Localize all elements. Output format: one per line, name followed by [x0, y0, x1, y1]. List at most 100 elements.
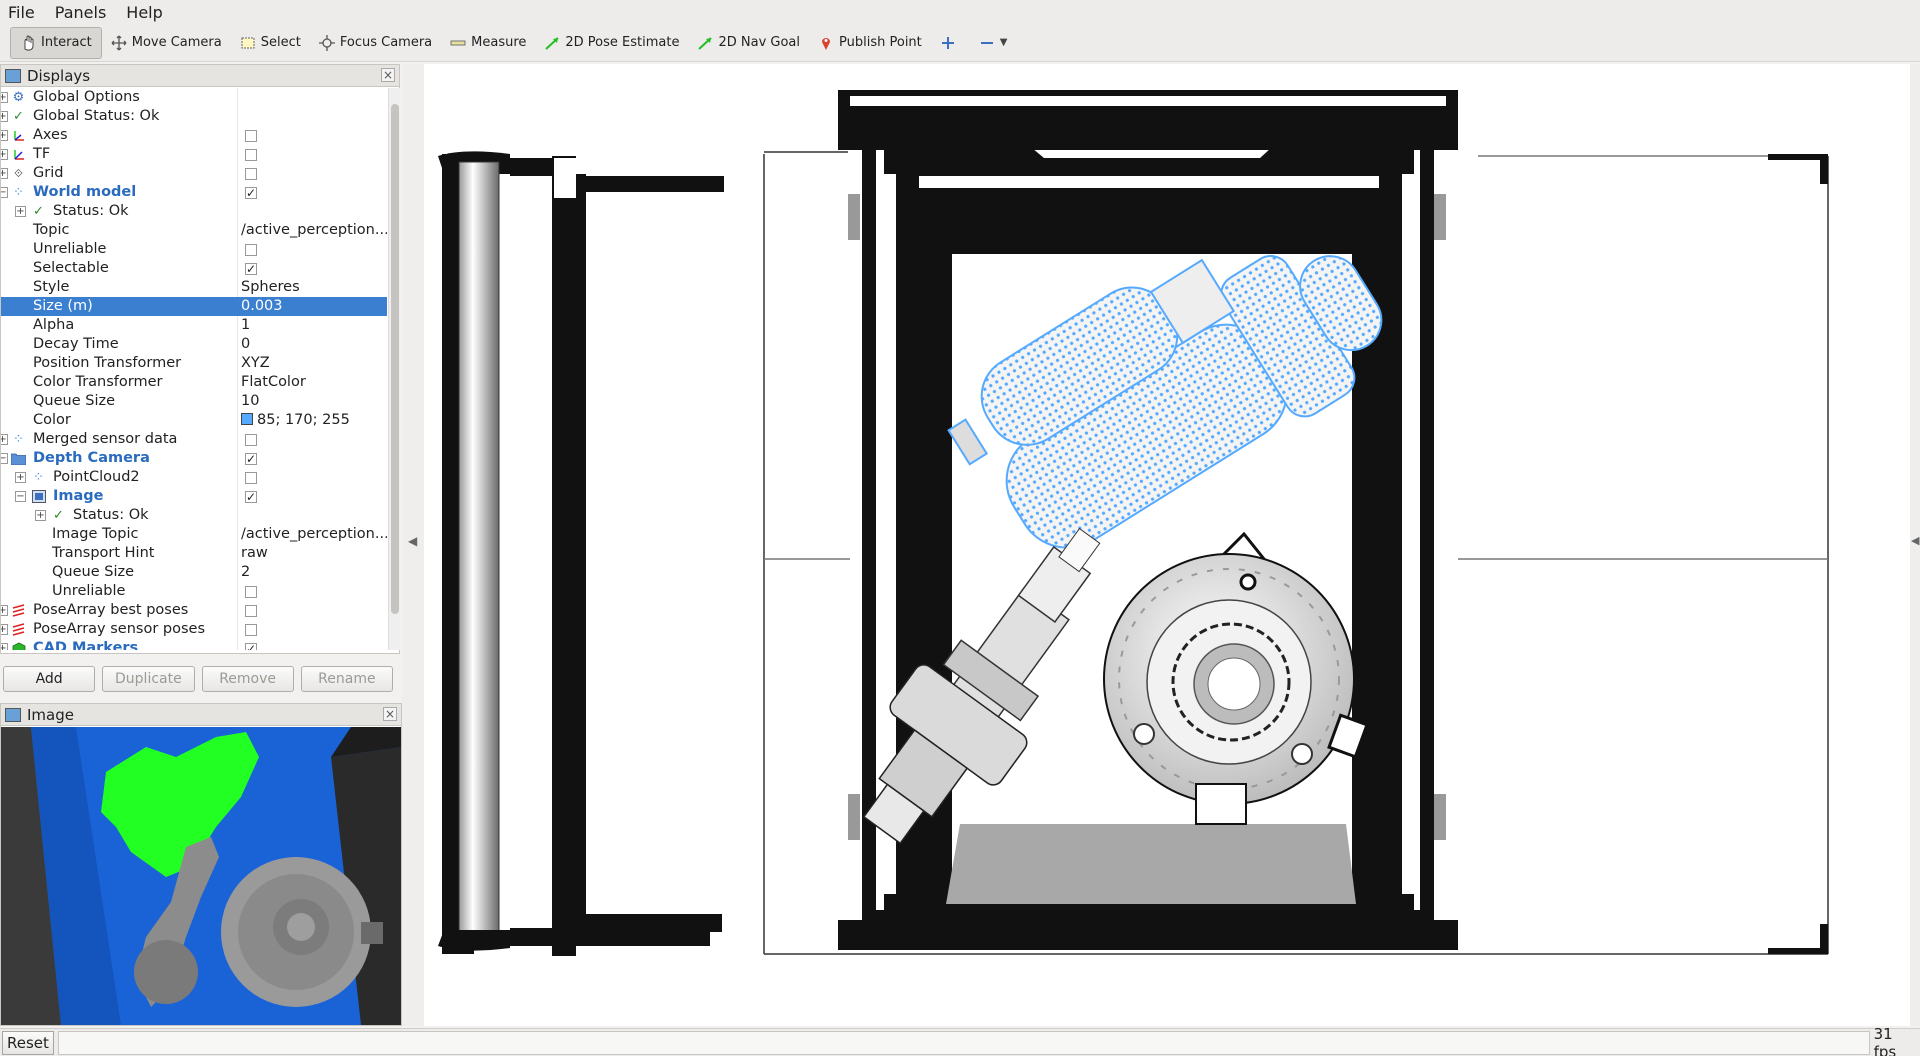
enable-checkbox[interactable]: ✓ [245, 491, 257, 503]
property-transport-hint[interactable]: Transport Hint raw [1, 544, 387, 563]
property-alpha[interactable]: Alpha 1 [1, 316, 387, 335]
enable-checkbox[interactable] [245, 472, 257, 484]
property-value[interactable]: /active_perception... [241, 525, 387, 544]
menu-panels[interactable]: Panels [55, 3, 107, 22]
collapse-icon[interactable]: − [1, 453, 8, 464]
expand-icon[interactable]: + [1, 149, 8, 160]
property-image-topic[interactable]: Image Topic /active_perception... [1, 525, 387, 544]
tool-interact[interactable]: Interact [10, 26, 102, 59]
collapse-right-icon[interactable]: ◀ [1911, 534, 1919, 547]
enable-checkbox[interactable] [245, 130, 257, 142]
collapse-icon[interactable]: − [15, 491, 26, 502]
enable-checkbox[interactable] [245, 624, 257, 636]
collapse-icon[interactable]: − [1, 187, 8, 198]
collapse-left-icon[interactable]: ◀ [408, 534, 417, 548]
tool-select[interactable]: Select [231, 27, 310, 59]
panel-splitter[interactable]: ◀ [402, 64, 424, 1026]
tree-row-global-status[interactable]: + ✓ Global Status: Ok [1, 107, 387, 126]
tree-row-axes[interactable]: + Axes [1, 126, 387, 145]
enable-checkbox[interactable] [245, 168, 257, 180]
property-color[interactable]: Color 85; 170; 255 [1, 411, 387, 430]
property-image-queue-size[interactable]: Queue Size 2 [1, 563, 387, 582]
property-checkbox[interactable] [245, 244, 257, 256]
expand-icon[interactable]: + [1, 130, 8, 141]
remove-button[interactable]: Remove [201, 666, 294, 692]
enable-checkbox[interactable]: ✓ [245, 643, 257, 650]
property-queue-size[interactable]: Queue Size 10 [1, 392, 387, 411]
property-value[interactable]: 85; 170; 255 [241, 411, 350, 430]
tree-row-world-model[interactable]: − ⁘ World model ✓ [1, 183, 387, 202]
enable-checkbox[interactable] [245, 434, 257, 446]
expand-icon[interactable]: + [1, 92, 8, 103]
property-checkbox[interactable]: ✓ [245, 263, 257, 275]
property-unreliable[interactable]: Unreliable [1, 240, 387, 259]
property-decay-time[interactable]: Decay Time 0 [1, 335, 387, 354]
expand-icon[interactable]: + [1, 434, 8, 445]
rename-button[interactable]: Rename [300, 666, 393, 692]
tree-row-status[interactable]: + ✓ Status: Ok [1, 202, 387, 221]
tree-row-image-status[interactable]: + ✓ Status: Ok [1, 506, 387, 525]
tree-row-depth-camera[interactable]: − Depth Camera ✓ [1, 449, 387, 468]
tree-row-grid[interactable]: + ⟐ Grid [1, 164, 387, 183]
expand-icon[interactable]: + [1, 624, 8, 635]
add-tool-button[interactable] [931, 27, 970, 59]
tool-2d-nav-goal[interactable]: 2D Nav Goal [688, 27, 809, 59]
scrollbar-thumb[interactable] [391, 104, 399, 614]
remove-tool-menu[interactable]: ▼ [970, 27, 1017, 59]
expand-icon[interactable]: + [1, 111, 8, 122]
close-icon[interactable]: × [381, 68, 395, 82]
render-3d-view[interactable] [424, 64, 1910, 1026]
property-selectable[interactable]: Selectable ✓ [1, 259, 387, 278]
tree-row-cad-markers[interactable]: + CAD Markers ✓ [1, 639, 387, 650]
enable-checkbox[interactable]: ✓ [245, 187, 257, 199]
tree-row-image[interactable]: − Image ✓ [1, 487, 387, 506]
tool-2d-pose-estimate[interactable]: 2D Pose Estimate [535, 27, 688, 59]
tree-row-merged-sensor-data[interactable]: + ⁘ Merged sensor data [1, 430, 387, 449]
displays-scrollbar[interactable] [388, 88, 400, 650]
menu-file[interactable]: File [8, 3, 35, 22]
property-value[interactable]: raw [241, 544, 268, 563]
expand-icon[interactable]: + [15, 472, 26, 483]
duplicate-button[interactable]: Duplicate [102, 666, 195, 692]
expand-icon[interactable]: + [35, 510, 46, 521]
property-color-transformer[interactable]: Color Transformer FlatColor [1, 373, 387, 392]
enable-checkbox[interactable] [245, 149, 257, 161]
right-dock-edge[interactable]: ◀ [1910, 64, 1920, 1026]
property-style[interactable]: Style Spheres [1, 278, 387, 297]
tree-row-tf[interactable]: + TF [1, 145, 387, 164]
property-checkbox[interactable] [245, 586, 257, 598]
property-value[interactable]: 0 [241, 335, 250, 354]
displays-tree[interactable]: + ⚙ Global Options + ✓ Global Status: Ok… [1, 88, 387, 650]
expand-icon[interactable]: + [1, 643, 8, 650]
expand-icon[interactable]: + [15, 206, 26, 217]
tree-row-posearray-best-poses[interactable]: + PoseArray best poses [1, 601, 387, 620]
property-image-unreliable[interactable]: Unreliable [1, 582, 387, 601]
add-button[interactable]: Add [3, 666, 96, 692]
property-value[interactable]: FlatColor [241, 373, 306, 392]
property-value[interactable]: 10 [241, 392, 259, 411]
reset-button[interactable]: Reset [2, 1030, 54, 1055]
tool-move-camera[interactable]: Move Camera [102, 27, 231, 59]
tree-row-global-options[interactable]: + ⚙ Global Options [1, 88, 387, 107]
menu-help[interactable]: Help [126, 3, 162, 22]
expand-icon[interactable]: + [1, 605, 8, 616]
tool-focus-camera[interactable]: Focus Camera [310, 27, 441, 59]
tool-publish-point[interactable]: Publish Point [809, 27, 931, 59]
tool-measure[interactable]: Measure [441, 27, 535, 59]
property-value[interactable]: /active_perception... [241, 221, 387, 240]
property-topic[interactable]: Topic /active_perception... [1, 221, 387, 240]
property-size[interactable]: Size (m) 0.003 [1, 297, 387, 316]
close-icon[interactable]: × [383, 707, 397, 721]
property-position-transformer[interactable]: Position Transformer XYZ [1, 354, 387, 373]
property-value[interactable]: 2 [241, 563, 250, 582]
tree-row-posearray-sensor-poses[interactable]: + PoseArray sensor poses [1, 620, 387, 639]
tree-row-pointcloud2[interactable]: + ⁘ PointCloud2 [1, 468, 387, 487]
tree-row-label: PointCloud2 [53, 469, 140, 485]
expand-icon[interactable]: + [1, 168, 8, 179]
property-value[interactable]: 0.003 [241, 297, 283, 316]
property-value[interactable]: Spheres [241, 278, 300, 297]
enable-checkbox[interactable] [245, 605, 257, 617]
enable-checkbox[interactable]: ✓ [245, 453, 257, 465]
property-value[interactable]: XYZ [241, 354, 270, 373]
property-value[interactable]: 1 [241, 316, 250, 335]
